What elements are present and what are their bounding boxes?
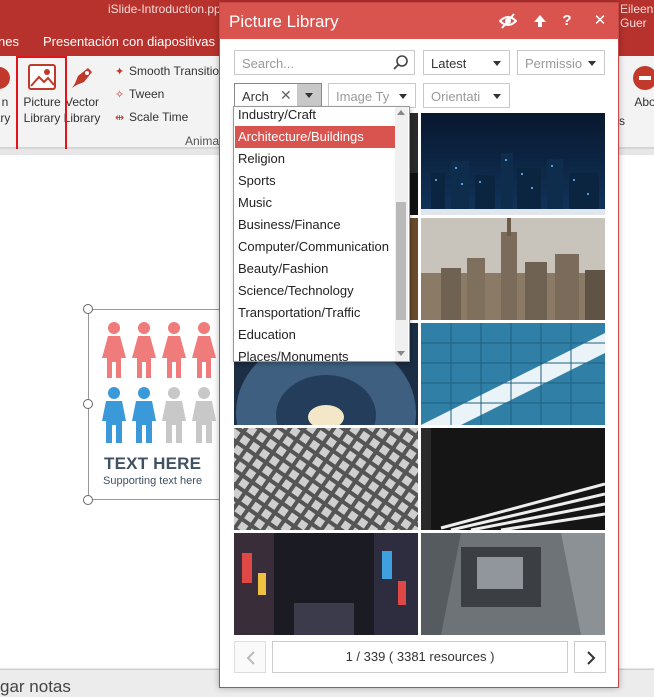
tab-nes[interactable]: nes [0,34,19,49]
close-icon[interactable]: ✕ [591,12,609,30]
cut-label-1: n [1,95,9,109]
category-dropdown-button[interactable] [297,84,321,107]
hide-icon[interactable] [498,12,518,30]
chevron-down-icon [305,93,313,98]
scale-time-label: Scale Time [129,110,189,124]
next-page-button[interactable] [574,641,606,673]
ribbon-stray-label: s [619,114,625,128]
search-input[interactable]: Search... [234,50,415,75]
category-dropdown[interactable]: Arch ✕ [234,83,322,108]
image-thumbnail[interactable] [421,113,605,215]
scale-time-button[interactable]: ⇹ Scale Time [115,109,188,126]
tween-icon: ✧ [115,89,125,101]
image-thumbnail[interactable] [234,533,418,635]
image-thumbnail[interactable] [421,218,605,320]
orientation-dropdown[interactable]: Orientati [423,83,510,108]
female-person-icon [102,322,126,378]
search-icon[interactable] [393,55,409,71]
vector-library-label-2: Library [63,111,101,125]
upload-icon[interactable] [531,12,549,30]
image-type-value: Image Ty [336,89,390,104]
help-icon[interactable]: ? [558,12,576,30]
animation-group-label: Animat [185,134,223,148]
clear-icon[interactable]: ✕ [280,87,292,104]
sort-dropdown[interactable]: Latest [423,50,510,75]
category-option[interactable]: Business/Finance [235,214,395,236]
window-title: iSlide-Introduction.ppt [108,2,225,16]
rocket-icon [72,68,92,88]
resize-handle-tl[interactable] [83,304,93,314]
tab-slideshow[interactable]: Presentación con diapositivas [43,34,215,49]
category-option[interactable]: Education [235,324,395,346]
female-person-icon [192,322,216,378]
resize-handle-ml[interactable] [83,399,93,409]
image-thumbnail[interactable] [234,428,418,530]
category-option[interactable]: Music [235,192,395,214]
category-option-selected[interactable]: Architecture/Buildings [235,126,395,148]
cut-label-2: ary [0,111,11,125]
scroll-up-icon[interactable] [397,110,405,115]
vector-library-button[interactable]: Vector Library [63,64,101,126]
grey-person-icon [192,387,216,443]
notes-placeholder: gar notas [0,677,71,696]
category-option[interactable]: Industry/Craft [235,107,395,126]
category-dropdown-list: Industry/Craft Architecture/Buildings Re… [233,106,410,362]
panel-title: Picture Library [229,12,339,31]
category-option[interactable]: Religion [235,148,395,170]
cut-icon [0,67,10,89]
prev-page-button[interactable] [234,641,266,673]
chevron-down-icon [588,61,596,66]
about-label: Abo [634,95,654,109]
category-option[interactable]: Computer/Communication [235,236,395,258]
male-person-icon [102,387,126,443]
chevron-down-icon [399,94,407,99]
tween-label: Tween [129,87,165,101]
chevron-right-icon [587,651,596,665]
supporting-text: Supporting text here [103,475,203,487]
category-option[interactable]: Places/Monuments [235,346,395,361]
sort-value: Latest [431,56,467,71]
picture-library-highlight [16,56,67,154]
category-option[interactable]: Sports [235,170,395,192]
pagination: 1 / 339 ( 3381 resources ) [234,641,606,675]
scale-time-icon: ⇹ [115,112,125,124]
chevron-down-icon [493,61,501,66]
ribbon-cut-button[interactable]: n ary [0,64,12,126]
image-thumbnail[interactable] [421,323,605,425]
image-thumbnail[interactable] [421,533,605,635]
image-type-dropdown[interactable]: Image Ty [328,83,416,108]
category-option[interactable]: Science/Technology [235,280,395,302]
category-option[interactable]: Beauty/Fashion [235,258,395,280]
smooth-transition-icon: ✦ [115,66,125,78]
about-icon [633,66,654,90]
category-option[interactable]: Transportation/Traffic [235,302,395,324]
grey-person-icon [162,387,186,443]
vector-library-label-1: Vector [64,95,100,109]
search-placeholder: Search... [242,56,295,71]
orientation-value: Orientati [431,89,481,104]
chevron-left-icon [246,651,255,665]
permission-value: Permissio [525,56,583,71]
dropdown-scrollbar[interactable] [395,107,408,361]
category-value: Arch [242,89,269,104]
female-person-icon [132,322,156,378]
tween-button[interactable]: ✧ Tween [115,86,164,103]
user-name: Eileen Guer [620,2,654,30]
scroll-down-icon[interactable] [397,351,405,356]
female-person-icon [162,322,186,378]
about-button[interactable]: Abo [630,64,654,110]
scrollbar-thumb[interactable] [396,202,406,320]
smooth-transition-label: Smooth Transitio [129,64,220,78]
resize-handle-bl[interactable] [83,495,93,505]
panel-titlebar: Picture Library ? ✕ [220,3,618,39]
chevron-down-icon [493,94,501,99]
permission-dropdown[interactable]: Permissio [517,50,605,75]
page-indicator: 1 / 339 ( 3381 resources ) [272,641,568,673]
image-thumbnail[interactable] [421,428,605,530]
male-person-icon [132,387,156,443]
smooth-transition-button[interactable]: ✦ Smooth Transitio [115,63,219,80]
text-here-heading: TEXT HERE [104,454,202,473]
